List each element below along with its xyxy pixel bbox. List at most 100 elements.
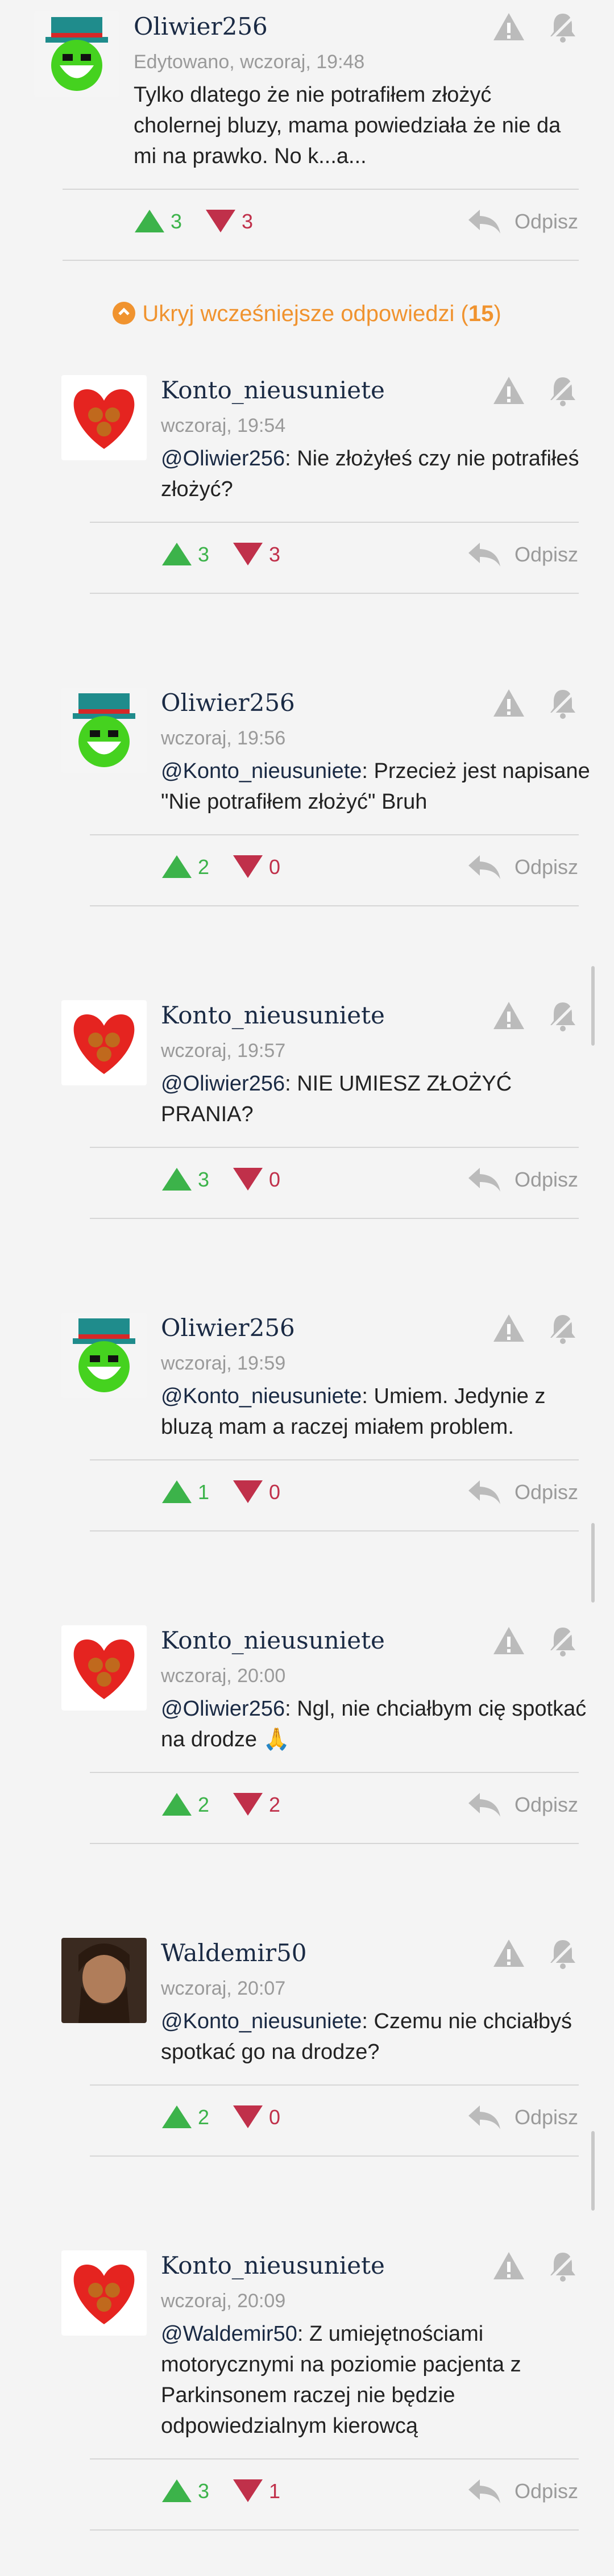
author-name[interactable]: Oliwier256 [134, 13, 268, 40]
report-warning-icon[interactable] [492, 686, 526, 721]
author-name[interactable]: Konto_nieusuniete [161, 2252, 385, 2279]
reply-button[interactable]: Odpisz [515, 2479, 578, 2503]
upvote-arrow-icon[interactable] [161, 542, 193, 569]
mention-link[interactable]: @Konto_nieusuniete [161, 759, 362, 783]
notification-bell-off-icon[interactable] [546, 1937, 580, 1971]
author-name[interactable]: Oliwier256 [161, 689, 295, 717]
comment-timestamp: Edytowano, wczoraj, 19:48 [134, 51, 365, 73]
toggle-count-open: ( [454, 301, 468, 326]
notification-bell-off-icon[interactable] [546, 999, 580, 1033]
author-name[interactable]: Konto_nieusuniete [161, 1001, 385, 1029]
upvote-count: 3 [171, 210, 182, 233]
downvote-count: 3 [269, 543, 281, 566]
avatar[interactable] [61, 1313, 147, 1398]
downvote-arrow-icon[interactable] [232, 1479, 264, 1507]
downvote-arrow-icon[interactable] [232, 1167, 264, 1195]
upvote-count: 3 [198, 1168, 210, 1191]
upvote-arrow-icon[interactable] [161, 2478, 193, 2506]
downvote-arrow-icon[interactable] [205, 209, 237, 236]
mention-link[interactable]: @Oliwier256 [161, 1697, 285, 1721]
avatar[interactable] [61, 1938, 147, 2023]
report-warning-icon[interactable] [492, 374, 526, 408]
comment-timestamp: wczoraj, 20:09 [161, 2290, 286, 2312]
comment-timestamp: wczoraj, 20:00 [161, 1665, 286, 1687]
avatar[interactable] [61, 1625, 147, 1711]
mention-link[interactable]: @Waldemir50 [161, 2322, 297, 2346]
comment-timestamp: wczoraj, 19:59 [161, 1352, 286, 1374]
upvote-arrow-icon[interactable] [134, 209, 165, 236]
downvote-arrow-icon[interactable] [232, 2104, 264, 2132]
downvote-arrow-icon[interactable] [232, 2478, 264, 2506]
comment-body: @Konto_nieusuniete: Przecież jest napisa… [161, 756, 593, 817]
divider [90, 1843, 579, 1844]
notification-bell-off-icon[interactable] [546, 1312, 580, 1346]
downvote-count: 0 [269, 855, 281, 879]
reply-arrow-icon[interactable] [466, 1478, 501, 1509]
scrollbar-thumb-2 [591, 1523, 595, 1603]
toggle-earlier-replies[interactable]: Ukryj wcześniejsze odpowiedzi (15) [0, 301, 614, 327]
reply-button[interactable]: Odpisz [515, 1480, 578, 1504]
divider [90, 2155, 579, 2157]
reply-arrow-icon[interactable] [466, 2477, 501, 2508]
report-warning-icon[interactable] [492, 10, 526, 44]
downvote-arrow-icon[interactable] [232, 542, 264, 569]
notification-bell-off-icon[interactable] [546, 1624, 580, 1658]
upvote-arrow-icon[interactable] [161, 1479, 193, 1507]
author-name[interactable]: Waldemir50 [161, 1939, 307, 1967]
upvote-arrow-icon[interactable] [161, 2104, 193, 2132]
upvote-arrow-icon[interactable] [161, 854, 193, 882]
mention-link[interactable]: @Konto_nieusuniete [161, 1384, 362, 1408]
comment-body: @Oliwier256: Ngl, nie chciałbym cię spot… [161, 1693, 593, 1755]
report-warning-icon[interactable] [492, 999, 526, 1033]
notification-bell-off-icon[interactable] [546, 2249, 580, 2283]
downvote-arrow-icon[interactable] [232, 1792, 264, 1820]
report-warning-icon[interactable] [492, 1937, 526, 1971]
reply-button[interactable]: Odpisz [515, 543, 578, 567]
avatar[interactable] [61, 1000, 147, 1085]
avatar[interactable] [61, 688, 147, 773]
reply-arrow-icon[interactable] [466, 2103, 501, 2134]
comment-body: @Konto_nieusuniete: Czemu nie chciałbyś … [161, 2006, 593, 2067]
reply-button[interactable]: Odpisz [515, 1168, 578, 1192]
reply-button[interactable]: Odpisz [515, 2105, 578, 2129]
upvote-count: 3 [198, 2479, 210, 2503]
divider [90, 1459, 579, 1460]
notification-bell-off-icon[interactable] [546, 10, 580, 44]
scrollbar-thumb[interactable] [591, 966, 595, 1046]
report-warning-icon[interactable] [492, 2249, 526, 2283]
upvote-arrow-icon[interactable] [161, 1167, 193, 1195]
downvote-arrow-icon[interactable] [232, 854, 264, 882]
reply-arrow-icon[interactable] [466, 853, 501, 884]
reply-button[interactable]: Odpisz [515, 210, 578, 234]
toggle-count: 15 [468, 301, 494, 326]
mention-link[interactable]: @Konto_nieusuniete [161, 2009, 362, 2033]
reply-arrow-icon[interactable] [466, 1166, 501, 1197]
mention-link[interactable]: @Oliwier256 [161, 1072, 285, 1096]
mention-link[interactable]: @Oliwier256 [161, 447, 285, 471]
divider [90, 1530, 579, 1532]
report-warning-icon[interactable] [492, 1624, 526, 1658]
divider [90, 522, 579, 523]
reply-button[interactable]: Odpisz [515, 855, 578, 879]
comment-body: Tylko dlatego że nie potrafiłem złożyć c… [134, 80, 566, 172]
author-name[interactable]: Oliwier256 [161, 1314, 295, 1342]
avatar[interactable] [61, 2250, 147, 2336]
upvote-arrow-icon[interactable] [161, 1792, 193, 1820]
comment-body: @Waldemir50: Z umiejętnościami motoryczn… [161, 2319, 593, 2441]
report-warning-icon[interactable] [492, 1312, 526, 1346]
avatar[interactable] [61, 375, 147, 460]
avatar[interactable] [34, 11, 119, 97]
divider [90, 905, 579, 906]
notification-bell-off-icon[interactable] [546, 686, 580, 721]
reply-arrow-icon[interactable] [466, 207, 501, 239]
downvote-count: 1 [269, 2479, 281, 2503]
divider [63, 260, 579, 261]
notification-bell-off-icon[interactable] [546, 374, 580, 408]
author-name[interactable]: Konto_nieusuniete [161, 1626, 385, 1654]
comment-timestamp: wczoraj, 19:57 [161, 1040, 286, 1062]
reply-button[interactable]: Odpisz [515, 1793, 578, 1817]
reply-arrow-icon[interactable] [466, 540, 501, 572]
comment-text: Tylko dlatego że nie potrafiłem złożyć c… [134, 83, 561, 168]
reply-arrow-icon[interactable] [466, 1791, 501, 1822]
author-name[interactable]: Konto_nieusuniete [161, 376, 385, 404]
